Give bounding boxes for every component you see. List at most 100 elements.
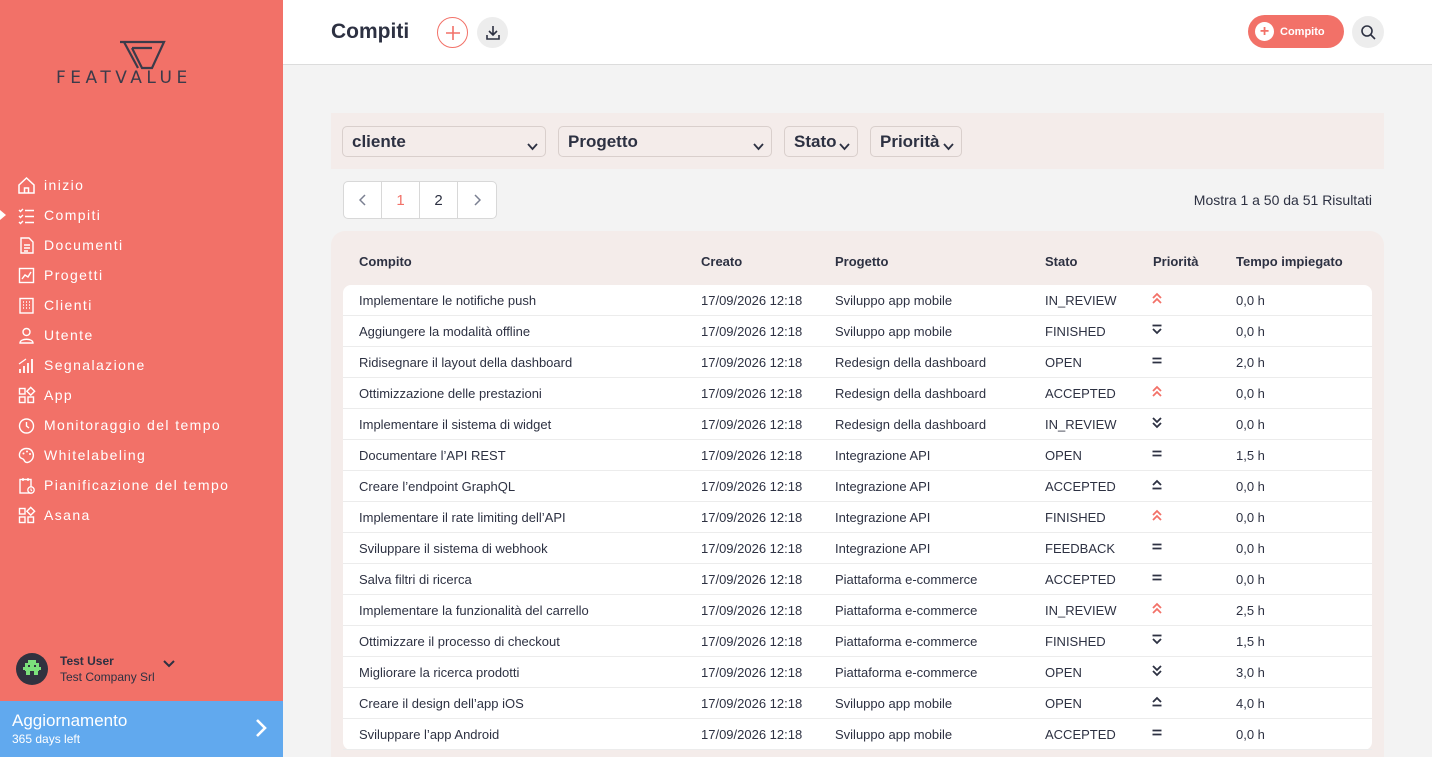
sidebar-item-asana[interactable]: Asana (0, 500, 283, 530)
table-row[interactable]: Ottimizzazione delle prestazioni 17/09/20… (343, 378, 1372, 409)
cell-project: Redesign della dashboard (835, 386, 987, 401)
sidebar-item-utente[interactable]: Utente (0, 320, 283, 350)
table-row[interactable]: Implementare il rate limiting dell’API 17… (343, 502, 1372, 533)
sidebar-nav: inizio Compiti Documenti Progetti Clienti Ute… (0, 170, 283, 530)
table-row[interactable]: Implementare le notifiche push 17/09/2026… (343, 285, 1372, 316)
search-icon (1361, 25, 1376, 40)
table-body: Implementare le notifiche push 17/09/2026… (343, 285, 1372, 750)
table-row[interactable]: Salva filtri di ricerca 17/09/2026 12:18 P… (343, 564, 1372, 595)
user-icon (17, 326, 36, 345)
top-header: Compiti + Compito (283, 0, 1432, 65)
table-row[interactable]: Migliorare la ricerca prodotti 17/09/2026… (343, 657, 1372, 688)
sidebar-item-inizio[interactable]: inizio (0, 170, 283, 200)
task-list-icon (17, 206, 36, 225)
table-row[interactable]: Ottimizzare il processo di checkout 17/09… (343, 626, 1372, 657)
column-header-tempo[interactable]: Tempo impiegato (1236, 254, 1343, 269)
prev-page-button[interactable] (344, 182, 382, 218)
chevron-down-icon (839, 136, 850, 156)
cell-project: Integrazione API (835, 541, 931, 556)
sidebar-item-pianificazione-del-tempo[interactable]: Pianificazione del tempo (0, 470, 283, 500)
progetto-filter-select[interactable]: Progetto (558, 126, 772, 157)
calendar-clipboard-icon (17, 476, 36, 495)
table-row[interactable]: Creare l’endpoint GraphQL 17/09/2026 12:1… (343, 471, 1372, 502)
download-button[interactable] (477, 17, 508, 48)
sidebar-item-documenti[interactable]: Documenti (0, 230, 283, 260)
plus-icon (445, 25, 460, 40)
add-task-button[interactable] (437, 17, 468, 48)
table-row[interactable]: Ridisegnare il layout della dashboard 17/… (343, 347, 1372, 378)
page-button-1[interactable]: 1 (382, 182, 420, 218)
sidebar-item-clienti[interactable]: Clienti (0, 290, 283, 320)
column-header-progetto[interactable]: Progetto (835, 254, 888, 269)
cell-created: 17/09/2026 12:18 (701, 417, 803, 432)
tasks-table: Compito Creato Progetto Stato Priorità T… (331, 231, 1384, 757)
cell-time: 0,0 h (1236, 572, 1265, 587)
next-page-button[interactable] (458, 182, 496, 218)
column-header-priorita[interactable]: Priorità (1153, 254, 1199, 269)
chevron-down-icon[interactable] (162, 655, 175, 673)
sidebar-item-label: Documenti (44, 237, 124, 253)
cell-status: FINISHED (1045, 634, 1106, 649)
cell-created: 17/09/2026 12:18 (701, 510, 803, 525)
page-title: Compiti (331, 20, 410, 43)
column-header-compito[interactable]: Compito (359, 254, 412, 269)
new-task-button[interactable]: + Compito (1248, 15, 1344, 48)
cell-created: 17/09/2026 12:18 (701, 696, 803, 711)
sidebar-item-app[interactable]: App (0, 380, 283, 410)
pixel-avatar-icon (23, 660, 41, 675)
cell-project: Piattaforma e-commerce (835, 665, 978, 680)
sidebar-item-whitelabeling[interactable]: Whitelabeling (0, 440, 283, 470)
cell-created: 17/09/2026 12:18 (701, 448, 803, 463)
cell-task: Sviluppare il sistema di webhook (359, 541, 548, 556)
priority-low-icon (1151, 323, 1163, 339)
filter-bar: cliente Progetto Stato Priorità (331, 113, 1384, 169)
table-row[interactable]: Creare il design dell’app iOS 17/09/2026 … (343, 688, 1372, 719)
page-button-2[interactable]: 2 (420, 182, 458, 218)
upgrade-banner[interactable]: Aggiornamento 365 days left (0, 701, 283, 757)
table-row[interactable]: Implementare la funzionalità del carrell… (343, 595, 1372, 626)
user-company: Test Company Srl (60, 670, 155, 684)
sidebar-item-monitoraggio-del-tempo[interactable]: Monitoraggio del tempo (0, 410, 283, 440)
table-row[interactable]: Documentare l’API REST 17/09/2026 12:18 In… (343, 440, 1372, 471)
table-row[interactable]: Implementare il sistema di widget 17/09/2… (343, 409, 1372, 440)
sidebar: FEATVALUE inizio Compiti Documenti Progetti… (0, 0, 283, 757)
download-icon (485, 25, 500, 40)
cell-time: 0,0 h (1236, 510, 1265, 525)
column-header-creato[interactable]: Creato (701, 254, 742, 269)
sidebar-item-label: Asana (44, 507, 91, 523)
table-row[interactable]: Sviluppare l’app Android 17/09/2026 12:18… (343, 719, 1372, 750)
sidebar-item-compiti[interactable]: Compiti (0, 200, 283, 230)
cliente-filter-select[interactable]: cliente (342, 126, 546, 157)
cell-created: 17/09/2026 12:18 (701, 572, 803, 587)
cell-project: Integrazione API (835, 448, 931, 463)
chevron-right-icon[interactable] (255, 718, 267, 743)
cell-time: 0,0 h (1236, 541, 1265, 556)
cell-time: 0,0 h (1236, 479, 1265, 494)
sidebar-item-segnalazione[interactable]: Segnalazione (0, 350, 283, 380)
sidebar-item-progetti[interactable]: Progetti (0, 260, 283, 290)
chevron-down-icon (943, 136, 954, 156)
table-row[interactable]: Aggiungere la modalità offline 17/09/2026… (343, 316, 1372, 347)
column-header-stato[interactable]: Stato (1045, 254, 1078, 269)
cell-status: OPEN (1045, 355, 1082, 370)
chart-icon (17, 266, 36, 285)
cell-project: Sviluppo app mobile (835, 293, 953, 308)
cell-project: Sviluppo app mobile (835, 727, 953, 742)
cell-time: 1,5 h (1236, 634, 1265, 649)
sidebar-item-label: Monitoraggio del tempo (44, 417, 222, 433)
cell-created: 17/09/2026 12:18 (701, 324, 803, 339)
user-menu[interactable]: Test User Test Company Srl (16, 650, 266, 688)
sidebar-item-label: Segnalazione (44, 357, 146, 373)
cell-task: Implementare la funzionalità del carrell… (359, 603, 589, 618)
cell-task: Salva filtri di ricerca (359, 572, 472, 587)
stato-filter-select[interactable]: Stato (784, 126, 858, 157)
priorita-filter-select[interactable]: Priorità (870, 126, 962, 157)
cell-time: 1,5 h (1236, 448, 1265, 463)
cell-project: Sviluppo app mobile (835, 696, 953, 711)
search-button[interactable] (1352, 16, 1384, 48)
table-row[interactable]: Sviluppare il sistema di webhook 17/09/20… (343, 533, 1372, 564)
cell-time: 3,0 h (1236, 665, 1265, 680)
cell-task: Ridisegnare il layout della dashboard (359, 355, 573, 370)
featvalue-logo[interactable]: FEATVALUE (56, 40, 226, 92)
cell-task: Creare il design dell’app iOS (359, 696, 524, 711)
